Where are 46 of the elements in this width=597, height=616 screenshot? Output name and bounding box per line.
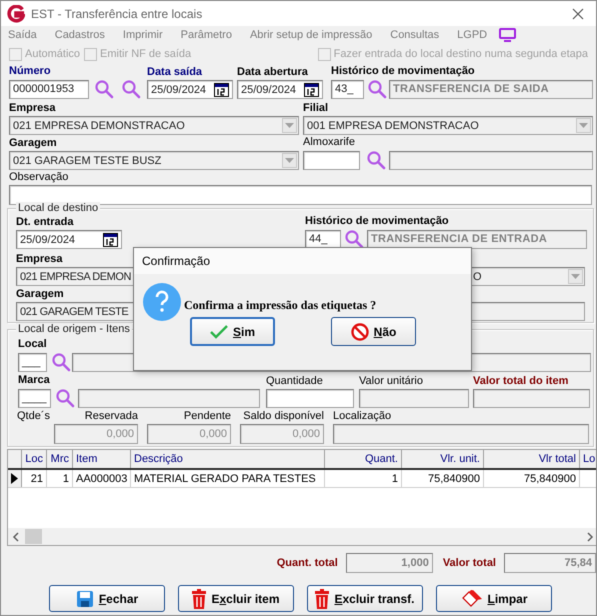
- description-display: TRANSFERENCIA DE ENTRADA: [367, 230, 587, 248]
- group-title: Local de origem - Itens: [16, 323, 132, 336]
- checkbox-label: Fazer entrada do local destino numa segunda etapa: [334, 48, 588, 60]
- quantity-display: 0,000: [54, 424, 138, 444]
- field-label: Almoxarife: [303, 135, 355, 149]
- table-cell: 1: [47, 470, 73, 487]
- field-label: Data saída: [147, 65, 202, 79]
- field-label: Valor unitário: [359, 374, 423, 388]
- field-label: Histórico de movimentação: [331, 64, 475, 78]
- table-cell: MATERIAL GERADO PARA TESTES: [131, 470, 325, 487]
- checkbox-label: Automático: [25, 48, 80, 60]
- field-label: Filial: [303, 101, 328, 115]
- table-cell: 75,840900: [402, 470, 484, 487]
- field-label: Garagem: [9, 136, 57, 150]
- field-label: Observação: [9, 170, 68, 184]
- field-label: Dt. entrada: [16, 215, 74, 229]
- description-display: TRANSFERENCIA DE SAIDA: [389, 80, 593, 98]
- table-cell: AA000003: [73, 470, 131, 487]
- quantity-display: 0,000: [240, 424, 324, 444]
- total-display: 75,84: [504, 553, 596, 573]
- field-label: Data abertura: [237, 65, 308, 79]
- field-label: Reservada: [84, 409, 138, 423]
- field-label: Local: [18, 337, 47, 351]
- field-label: Localização: [333, 409, 392, 423]
- field-label: Marca: [18, 373, 50, 387]
- field-label: Empresa: [16, 252, 62, 266]
- table-cell: 21: [22, 470, 47, 487]
- table-cell: 75,840900: [484, 470, 580, 487]
- field-label: Qtde´s: [17, 409, 50, 423]
- field-label: Garagem: [16, 287, 64, 301]
- field-label: Valor total do item: [473, 374, 568, 388]
- table-cell: 1: [325, 470, 402, 487]
- quantity-display: 0,000: [147, 424, 231, 444]
- dialog-message: Confirma a impressão das etiquetas ?: [184, 298, 376, 312]
- field-label: Quantidade: [266, 374, 323, 388]
- total-display: 1,000: [346, 553, 433, 573]
- total-label: Valor total: [442, 557, 496, 569]
- field-label: Saldo disponível: [243, 409, 324, 423]
- checkbox-label: Emitir NF de saída: [100, 48, 192, 60]
- field-label: Número: [9, 64, 51, 78]
- field-label: Histórico de movimentação: [305, 214, 449, 228]
- total-label: Quant. total: [276, 557, 338, 569]
- dialog-title: Confirmação: [142, 254, 210, 268]
- field-label: Pendente: [184, 409, 231, 423]
- window-title: EST - Transferência entre locais: [31, 6, 204, 20]
- field-label: Empresa: [9, 101, 56, 115]
